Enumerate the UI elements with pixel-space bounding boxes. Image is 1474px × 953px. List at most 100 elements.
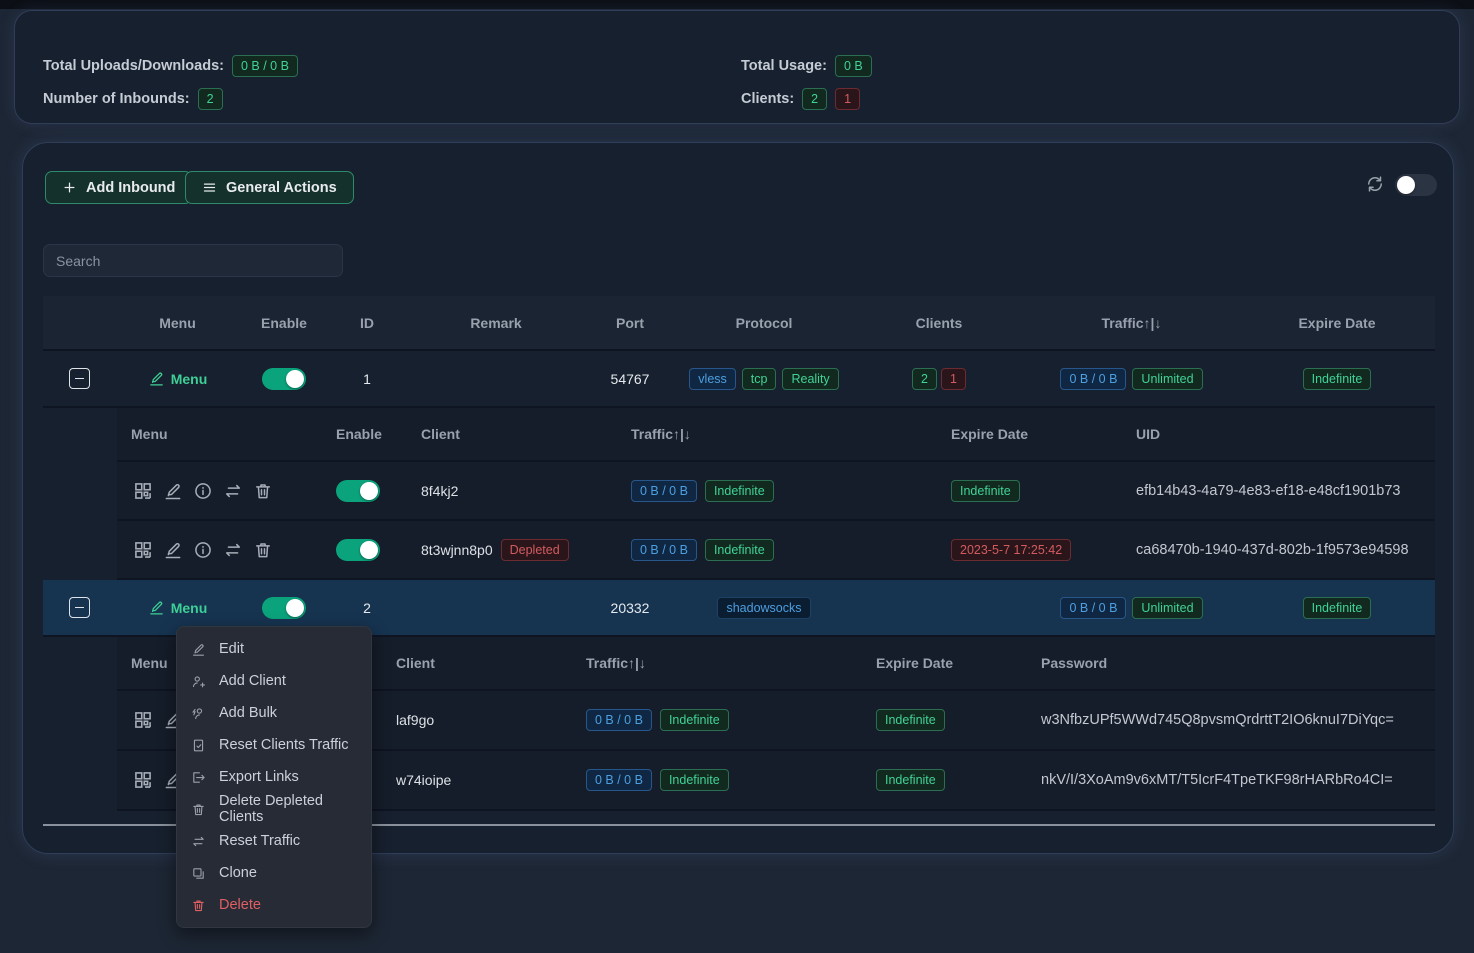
traffic-limit-badge: Indefinite <box>660 769 729 791</box>
traffic-cell: 0 B / 0 B Indefinite <box>617 539 937 561</box>
stat-number-of-inbounds: Number of Inbounds: 2 <box>43 88 298 110</box>
header-traffic-sort[interactable]: Traffic↑|↓ <box>617 426 937 442</box>
qrcode-icon[interactable] <box>131 769 154 792</box>
traffic-cell: 0 B / 0 B Unlimited <box>1024 368 1239 390</box>
header-client: Client <box>407 426 617 442</box>
qrcode-icon[interactable] <box>131 709 154 732</box>
traffic-cell: 0 B / 0 B Indefinite <box>572 709 862 731</box>
menu-item-delete-depleted-clients[interactable]: Delete Depleted Clients <box>177 793 371 825</box>
traffic-badge: 0 B / 0 B <box>586 769 652 791</box>
enable-toggle[interactable] <box>262 368 306 390</box>
expire-badge: 2023-5-7 17:25:42 <box>951 539 1071 561</box>
traffic-limit-badge: Indefinite <box>705 480 774 502</box>
edit-icon[interactable] <box>161 479 184 502</box>
depleted-badge: Depleted <box>501 539 569 561</box>
expire-badge: Indefinite <box>1303 597 1372 619</box>
traffic-badge: 0 B / 0 B <box>586 709 652 731</box>
header-uid: UID <box>1122 426 1435 442</box>
dark-mode-toggle[interactable] <box>1395 174 1437 196</box>
traffic-cell: 0 B / 0 B Indefinite <box>572 769 862 791</box>
inbound-menu-button[interactable]: Menu <box>115 599 240 616</box>
collapse-row-button[interactable] <box>69 597 90 618</box>
menu-item-delete[interactable]: Delete <box>177 889 371 921</box>
client-password: w3NfbzUPf5WWd745Q8pvsmQrdrttT2IO6knuI7Di… <box>1027 712 1435 728</box>
header-client: Client <box>382 655 572 671</box>
stat-label: Number of Inbounds: <box>43 91 190 107</box>
inbound-port: 54767 <box>586 371 674 387</box>
traffic-limit-badge: Unlimited <box>1132 368 1202 390</box>
search-input[interactable] <box>43 244 343 277</box>
expire-badge: Indefinite <box>951 480 1020 502</box>
reset-traffic-icon[interactable] <box>221 538 244 561</box>
header-password: Password <box>1027 655 1435 671</box>
reset-traffic-icon[interactable] <box>221 479 244 502</box>
menu-bars-icon <box>202 180 217 195</box>
inbound-id: 2 <box>328 600 406 616</box>
menu-item-reset-clients-traffic[interactable]: Reset Clients Traffic <box>177 729 371 761</box>
client-row: 8t3wjnn8p0 Depleted 0 B / 0 B Indefinite… <box>117 521 1435 580</box>
enable-toggle[interactable] <box>262 597 306 619</box>
stat-total-usage: Total Usage: 0 B <box>741 55 872 77</box>
header-traffic-sort[interactable]: Traffic↑|↓ <box>572 655 862 671</box>
traffic-cell: 0 B / 0 B Indefinite <box>617 480 937 502</box>
header-clients: Clients <box>854 315 1024 331</box>
header-traffic-sort[interactable]: Traffic↑|↓ <box>1024 315 1239 331</box>
protocol-tag: vless <box>689 368 735 390</box>
clients-active-badge: 2 <box>912 368 937 390</box>
info-icon[interactable] <box>191 538 214 561</box>
menu-item-clone[interactable]: Clone <box>177 857 371 889</box>
header-port: Port <box>586 315 674 331</box>
trash-icon <box>191 898 206 913</box>
stat-label: Total Usage: <box>741 58 827 74</box>
traffic-badge: 0 B / 0 B <box>1060 368 1126 390</box>
user-bulk-icon <box>191 706 206 721</box>
menu-item-add-client[interactable]: Add Client <box>177 665 371 697</box>
edit-icon[interactable] <box>161 538 184 561</box>
menu-item-export-links[interactable]: Export Links <box>177 761 371 793</box>
export-icon <box>191 770 206 785</box>
stat-value-badge: 0 B / 0 B <box>232 55 298 77</box>
inbound-id: 1 <box>328 371 406 387</box>
stat-clients: Clients: 2 1 <box>741 88 872 110</box>
header-protocol: Protocol <box>674 315 854 331</box>
edit-icon <box>148 599 165 616</box>
clients-depleted-badge: 1 <box>941 368 966 390</box>
delete-icon[interactable] <box>251 538 274 561</box>
header-id: ID <box>328 315 406 331</box>
qrcode-icon[interactable] <box>131 479 154 502</box>
inbounds-panel: Add Inbound General Actions Menu Enable … <box>22 142 1454 854</box>
collapse-row-button[interactable] <box>69 368 90 389</box>
client-row: 8f4kj2 0 B / 0 B Indefinite Indefinite e… <box>117 462 1435 521</box>
clients-depleted-badge: 1 <box>835 88 860 110</box>
protocol-tag: Reality <box>782 368 838 390</box>
traffic-limit-badge: Indefinite <box>660 709 729 731</box>
client-uid: ca68470b-1940-437d-802b-1f9573e94598 <box>1122 542 1435 558</box>
edit-icon <box>191 642 206 657</box>
inbound-menu-button[interactable]: Menu <box>115 370 240 387</box>
header-expire-date: Expire Date <box>862 655 1027 671</box>
traffic-badge: 0 B / 0 B <box>1060 597 1126 619</box>
info-icon[interactable] <box>191 479 214 502</box>
menu-item-reset-traffic[interactable]: Reset Traffic <box>177 825 371 857</box>
client-enable-toggle[interactable] <box>336 480 380 502</box>
qrcode-icon[interactable] <box>131 538 154 561</box>
top-strip <box>0 0 1474 9</box>
edit-icon <box>148 370 165 387</box>
client-enable-toggle[interactable] <box>336 539 380 561</box>
menu-item-edit[interactable]: Edit <box>177 633 371 665</box>
traffic-badge: 0 B / 0 B <box>631 539 697 561</box>
header-enable: Enable <box>322 426 407 442</box>
general-actions-button[interactable]: General Actions <box>185 171 354 204</box>
client-name: laf9go <box>382 712 572 728</box>
inbound-row-1: Menu 1 54767 vless tcp Reality 2 1 0 B /… <box>43 351 1435 408</box>
menu-item-add-bulk[interactable]: Add Bulk <box>177 697 371 729</box>
traffic-limit-badge: Indefinite <box>705 539 774 561</box>
clients-count: 2 1 <box>854 368 1024 390</box>
delete-icon[interactable] <box>251 479 274 502</box>
plus-icon <box>62 180 77 195</box>
refresh-icon[interactable] <box>1365 174 1387 196</box>
expire-badge: Indefinite <box>876 709 945 731</box>
header-menu: Menu <box>117 426 322 442</box>
add-inbound-button[interactable]: Add Inbound <box>45 171 192 204</box>
header-expire-date: Expire Date <box>1239 315 1435 331</box>
